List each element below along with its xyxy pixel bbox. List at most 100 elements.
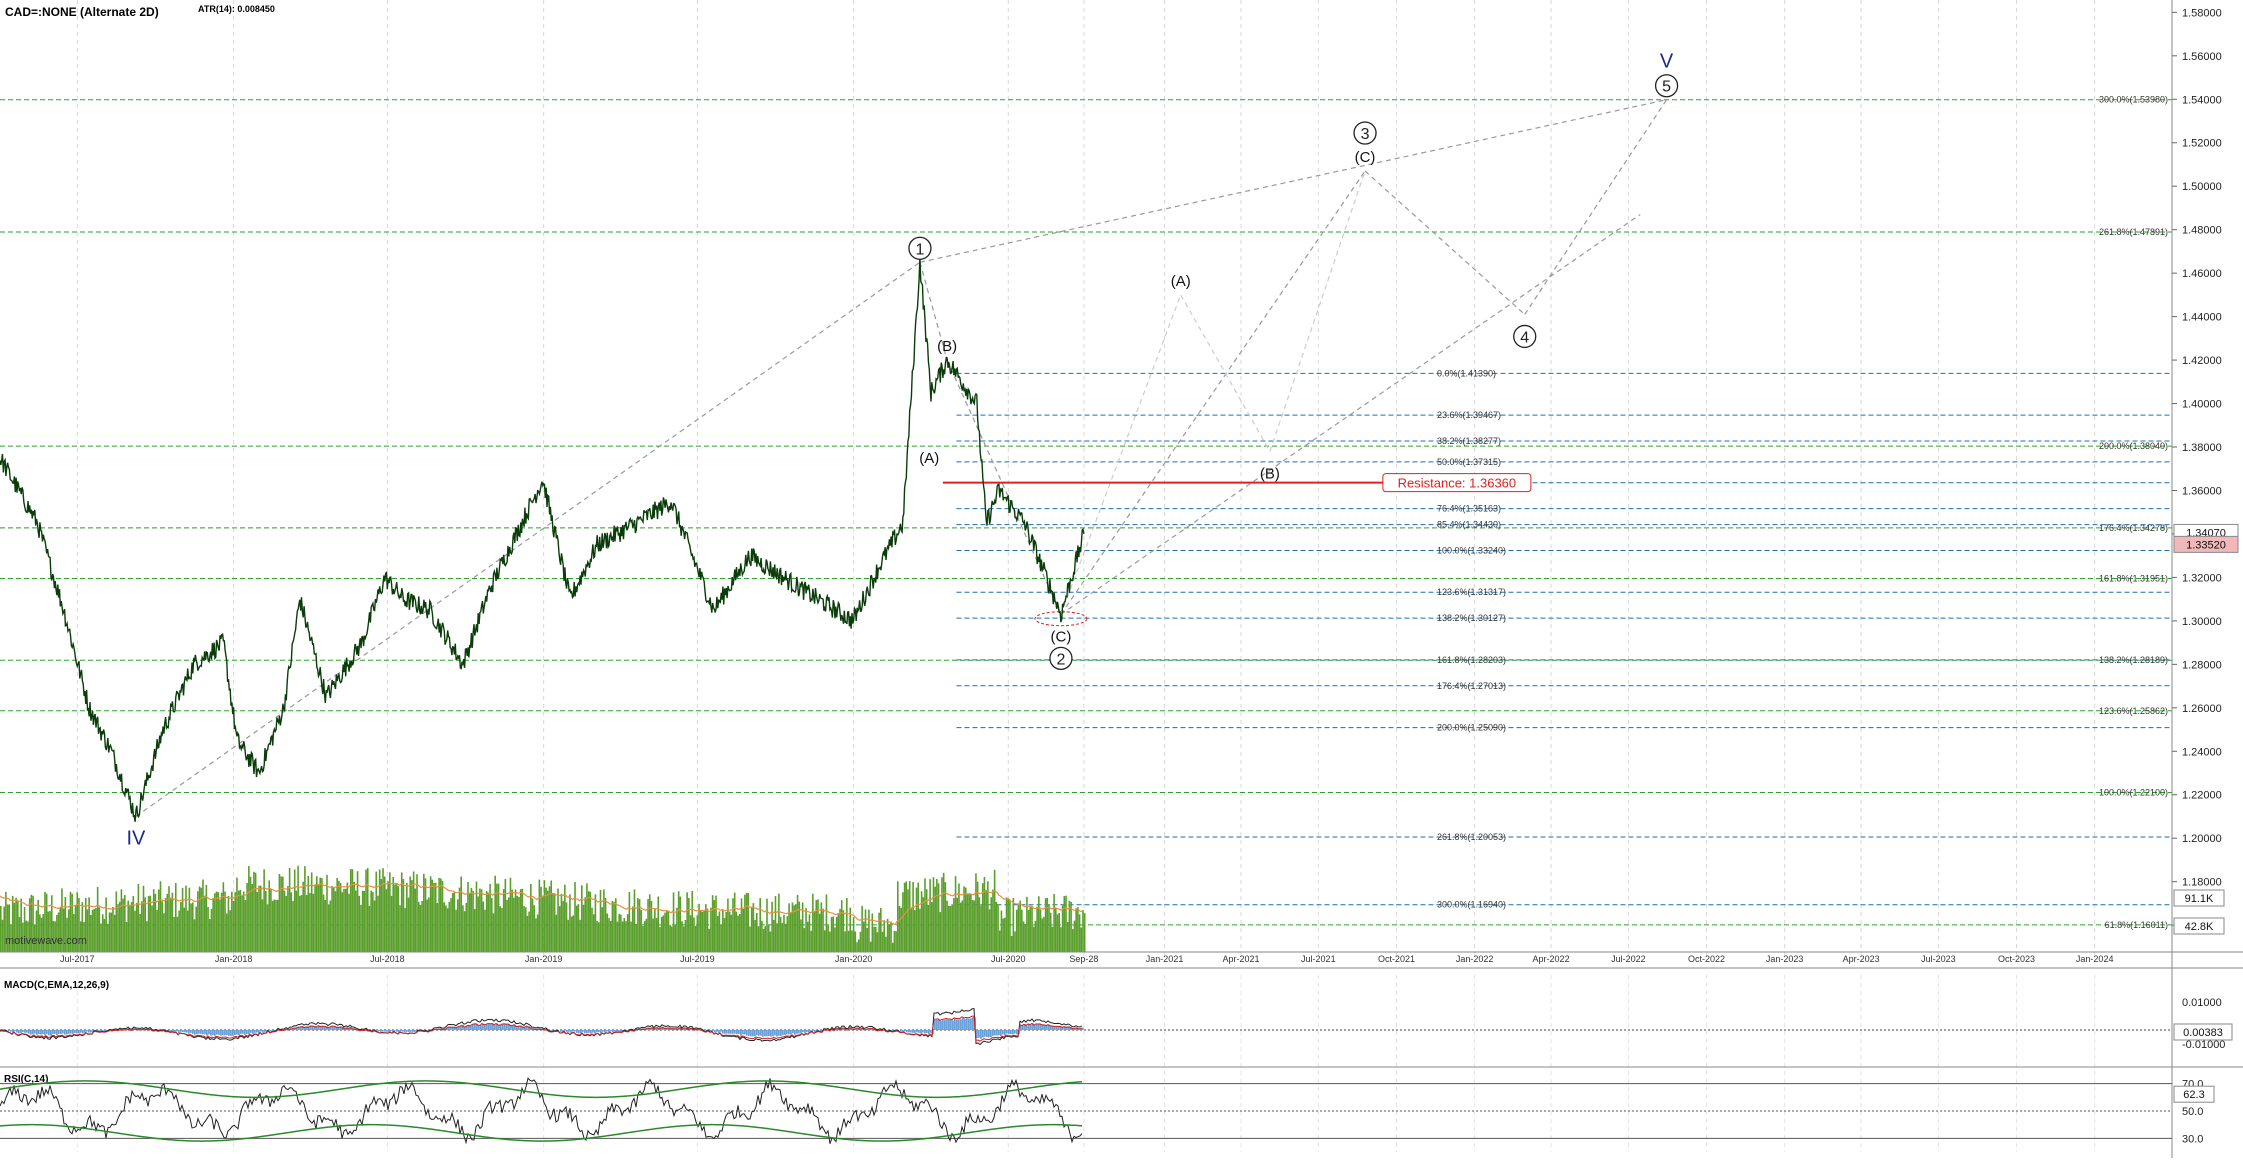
volume-bar	[156, 910, 158, 952]
macd-histogram-bar	[916, 1030, 918, 1032]
volume-bar	[202, 880, 204, 952]
x-tick-label: Jul-2017	[60, 954, 95, 964]
volume-bar	[992, 890, 994, 952]
volume-bar	[187, 910, 189, 952]
volume-bar	[476, 881, 478, 952]
macd-histogram-bar	[10, 1030, 12, 1032]
volume-bar	[311, 872, 313, 952]
macd-histogram-bar	[986, 1030, 988, 1037]
volume-bar	[753, 903, 755, 952]
volume-bar	[420, 905, 422, 952]
macd-histogram-bar	[596, 1030, 598, 1032]
volume-bar	[1002, 919, 1004, 952]
macd-histogram-bar	[782, 1030, 784, 1035]
volume-bar	[209, 919, 211, 952]
volume-bar	[848, 931, 850, 952]
volume-bar	[289, 868, 291, 952]
macd-histogram-bar	[252, 1030, 254, 1034]
volume-bar	[606, 914, 608, 952]
volume-bar	[370, 891, 372, 952]
volume-bar	[362, 891, 364, 952]
macd-tick-label: 0.01000	[2182, 997, 2222, 1009]
macd-histogram-bar	[1000, 1030, 1002, 1036]
volume-bar	[347, 883, 349, 952]
volume-bar	[591, 908, 593, 952]
volume-bar	[1052, 927, 1054, 952]
macd-histogram-bar	[20, 1030, 22, 1033]
macd-histogram-bar	[394, 1030, 396, 1031]
volume-bar	[963, 886, 965, 952]
macd-histogram-bar	[236, 1030, 238, 1035]
macd-histogram-bar	[184, 1030, 186, 1032]
macd-histogram-bar	[718, 1030, 720, 1033]
macd-histogram-bar	[602, 1030, 604, 1032]
macd-histogram-bar	[972, 1017, 974, 1030]
price-tag-label: 1.33520	[2186, 539, 2226, 551]
volume-bar	[824, 930, 826, 952]
volume-bar	[911, 909, 913, 952]
volume-bar	[121, 889, 123, 952]
volume-bar	[119, 902, 121, 952]
volume-bar	[737, 916, 739, 952]
macd-histogram-bar	[588, 1030, 590, 1033]
macd-histogram-bar	[222, 1030, 224, 1035]
macd-histogram-bar	[812, 1030, 814, 1031]
macd-histogram-bar	[1014, 1030, 1016, 1034]
volume-bar	[491, 898, 493, 952]
volume-bar	[827, 926, 829, 952]
volume-bar	[815, 900, 817, 952]
volume-bar	[428, 898, 430, 952]
macd-histogram-bar	[914, 1030, 916, 1033]
y-tick-label: 1.42000	[2182, 355, 2222, 367]
volume-bar	[693, 917, 695, 952]
fib-level-green-label: 300.0%(1.53980)	[2099, 95, 2168, 105]
volume-bar	[739, 914, 741, 952]
macd-histogram-bar	[926, 1030, 928, 1033]
volume-bar	[922, 897, 924, 952]
volume-bar	[630, 922, 632, 952]
macd-histogram-bar	[1016, 1030, 1018, 1034]
volume-bar	[855, 932, 857, 952]
volume-bar	[846, 898, 848, 952]
macd-histogram-bar	[388, 1030, 390, 1032]
volume-bar	[702, 912, 704, 952]
macd-histogram-bar	[36, 1030, 38, 1035]
volume-bar	[426, 900, 428, 952]
volume-bar	[783, 915, 785, 952]
macd-tick-label: -0.01000	[2182, 1039, 2225, 1051]
macd-histogram-bar	[900, 1030, 902, 1031]
volume-bar	[219, 899, 221, 952]
macd-histogram-bar	[982, 1030, 984, 1038]
volume-bar	[516, 896, 518, 952]
macd-histogram-bar	[744, 1030, 746, 1034]
x-tick-label: Jul-2019	[680, 954, 715, 964]
macd-histogram-bar	[962, 1018, 964, 1030]
macd-histogram-bar	[988, 1030, 990, 1037]
macd-histogram-bar	[584, 1030, 586, 1033]
volume-bar	[843, 910, 845, 952]
macd-histogram-bar	[736, 1030, 738, 1034]
volume-bar	[970, 895, 972, 952]
volume-bar	[296, 891, 298, 952]
volume-bar	[318, 884, 320, 952]
volume-bar	[979, 897, 981, 952]
macd-histogram-bar	[906, 1030, 908, 1032]
volume-bar	[994, 870, 996, 952]
volume-bar	[656, 918, 658, 952]
volume-bar	[251, 884, 253, 952]
volume-bar	[773, 920, 775, 952]
volume-bar	[793, 905, 795, 952]
volume-bar	[100, 924, 102, 952]
macd-histogram-bar	[574, 1030, 576, 1032]
macd-histogram-bar	[934, 1020, 936, 1030]
volume-bar	[610, 921, 612, 952]
watermark: motivewave.com	[5, 935, 87, 947]
volume-bar	[870, 942, 872, 952]
volume-bar	[805, 908, 807, 952]
volume-bar	[126, 922, 128, 952]
macd-histogram-bar	[104, 1030, 106, 1031]
volume-bar	[396, 883, 398, 952]
volume-bar	[438, 878, 440, 952]
macd-histogram-bar	[30, 1030, 32, 1034]
wave-paren-label: (C)	[1355, 149, 1376, 166]
